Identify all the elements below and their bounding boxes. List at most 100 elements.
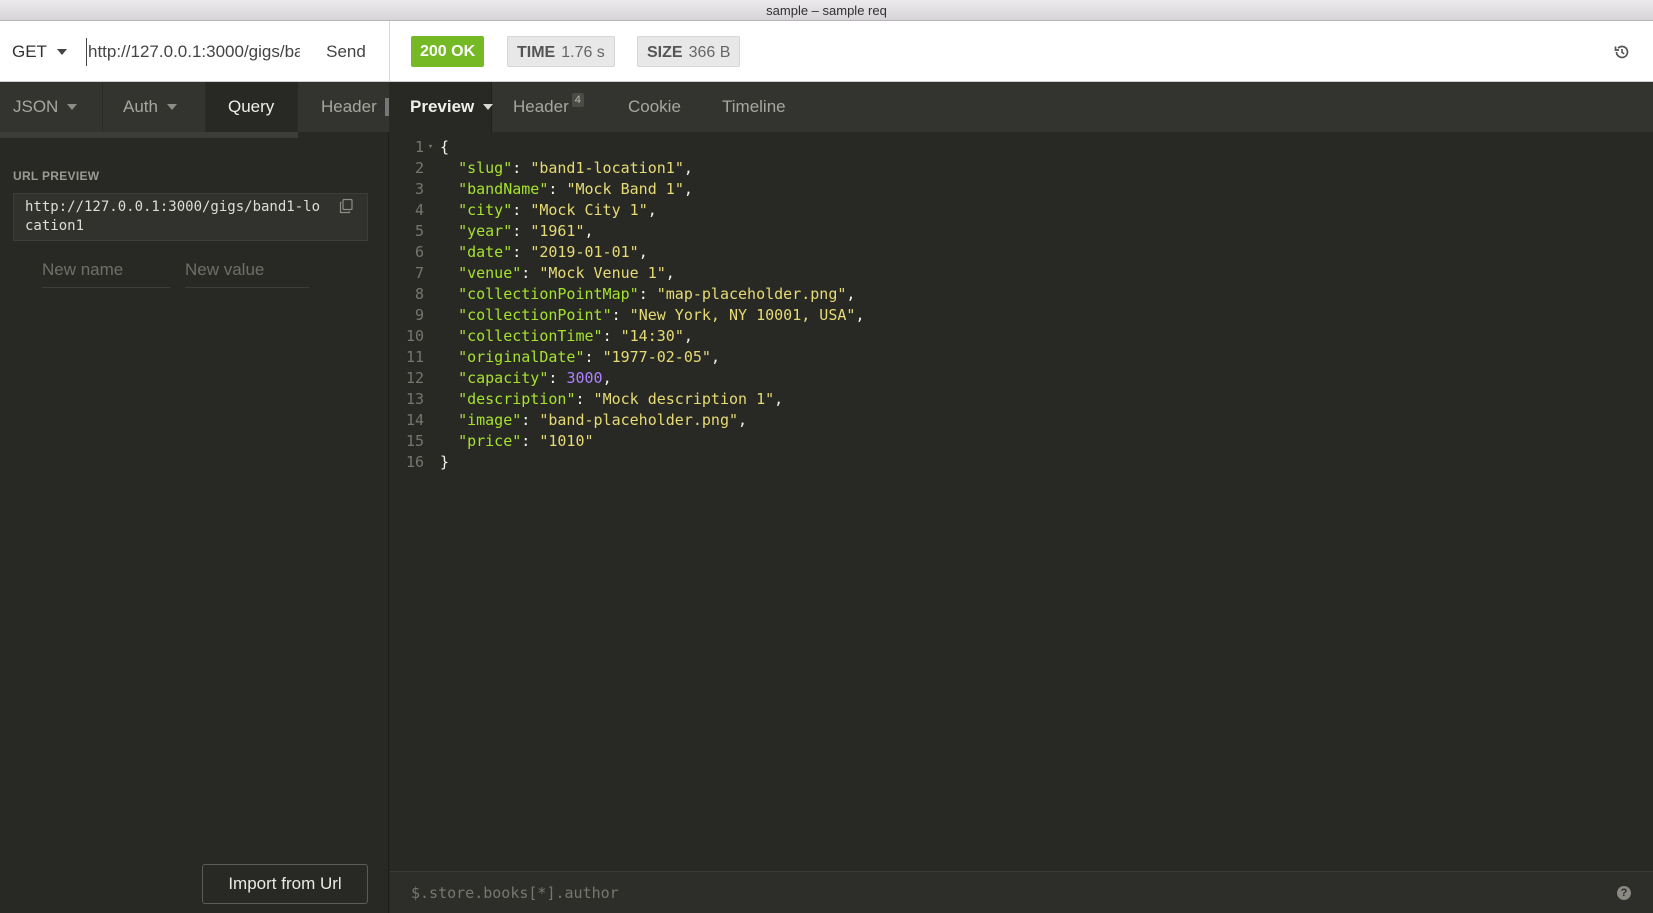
json-key: year xyxy=(467,222,504,240)
json-key: slug xyxy=(467,159,504,177)
chevron-down-icon xyxy=(67,104,78,110)
import-from-url-button[interactable]: Import from Url xyxy=(202,864,368,904)
window-title: sample – sample req xyxy=(0,0,1653,21)
code-line: 9 "collectionPoint": "New York, NY 10001… xyxy=(390,305,1653,326)
filter-bar: ? xyxy=(390,871,1653,913)
tab-label: Header xyxy=(321,97,377,116)
brace: } xyxy=(440,453,450,471)
line-number: 12 xyxy=(405,369,424,387)
code-line: 5 "year": "1961", xyxy=(390,221,1653,242)
line-number: 10 xyxy=(405,327,424,345)
json-number-value: 3000 xyxy=(566,369,603,387)
status-badge: 200 OK xyxy=(411,36,485,67)
method-label: GET xyxy=(12,42,47,61)
json-string-value: 1010 xyxy=(548,432,585,450)
request-tabs: JSON Auth Query Header xyxy=(0,82,389,132)
send-button[interactable]: Send xyxy=(315,36,377,68)
line-number: 11 xyxy=(405,348,424,366)
copy-icon[interactable] xyxy=(338,198,354,214)
code-line: 16} xyxy=(390,452,1653,473)
fold-gutter xyxy=(424,326,437,347)
param-value-input[interactable] xyxy=(185,252,309,288)
fold-gutter xyxy=(424,242,437,263)
line-number: 6 xyxy=(414,243,424,261)
json-key: capacity xyxy=(467,369,540,387)
json-string-value: New York, NY 10001, USA xyxy=(638,306,847,324)
json-key: description xyxy=(467,390,567,408)
code-line: 3 "bandName": "Mock Band 1", xyxy=(390,179,1653,200)
json-string-value: 1961 xyxy=(539,222,576,240)
code-line: 2 "slug": "band1-location1", xyxy=(390,158,1653,179)
json-key: collectionTime xyxy=(467,327,594,345)
tab-label: Cookie xyxy=(628,97,681,116)
code-text: "slug": "band1-location1", xyxy=(458,159,693,177)
code-line: 13 "description": "Mock description 1", xyxy=(390,389,1653,410)
tab-body-json[interactable]: JSON xyxy=(0,82,103,132)
param-name-input[interactable] xyxy=(42,252,170,288)
chevron-down-icon xyxy=(56,48,67,55)
pane-divider xyxy=(389,21,390,82)
fold-gutter xyxy=(424,410,437,431)
fold-gutter xyxy=(424,158,437,179)
tab-header[interactable]: Header xyxy=(298,82,389,132)
size-label: SIZE xyxy=(647,44,683,61)
json-key: date xyxy=(467,243,504,261)
json-string-value: Mock Venue 1 xyxy=(548,264,657,282)
fold-gutter xyxy=(424,284,437,305)
code-text: { xyxy=(437,137,449,158)
line-number: 7 xyxy=(414,264,424,282)
line-number: 16 xyxy=(405,453,424,471)
response-filter-input[interactable] xyxy=(411,880,1211,906)
code-line: 1 ▾{ xyxy=(390,137,1653,158)
code-text: "collectionTime": "14:30", xyxy=(458,327,693,345)
fold-toggle-icon[interactable]: ▾ xyxy=(424,137,437,158)
url-input[interactable] xyxy=(86,38,300,66)
tab-cookie[interactable]: Cookie xyxy=(628,82,681,132)
tab-timeline[interactable]: Timeline xyxy=(722,82,786,132)
url-preview: http://127.0.0.1:3000/gigs/band1-locatio… xyxy=(13,193,368,241)
code-text: "price": "1010" xyxy=(458,432,594,450)
fold-gutter xyxy=(424,431,437,452)
help-icon[interactable]: ? xyxy=(1617,886,1631,900)
code-line: 6 "date": "2019-01-01", xyxy=(390,242,1653,263)
code-text: "city": "Mock City 1", xyxy=(458,201,657,219)
code-line: 15 "price": "1010" xyxy=(390,431,1653,452)
fold-gutter xyxy=(424,179,437,200)
json-string-value: 14:30 xyxy=(629,327,675,345)
json-string-value: 1977-02-05 xyxy=(611,348,702,366)
response-tabs: Preview Header 4 Cookie Timeline xyxy=(390,82,1653,132)
fold-gutter xyxy=(424,263,437,284)
header-count-badge: 4 xyxy=(571,93,584,107)
code-text: "bandName": "Mock Band 1", xyxy=(458,180,693,198)
code-line: 7 "venue": "Mock Venue 1", xyxy=(390,263,1653,284)
fold-gutter xyxy=(424,368,437,389)
tab-label: Timeline xyxy=(722,97,786,116)
fold-gutter xyxy=(424,200,437,221)
response-pane: Preview Header 4 Cookie Timeline 1 ▾{2 "s… xyxy=(390,82,1653,913)
chevron-down-icon xyxy=(483,104,494,110)
response-body-viewer[interactable]: 1 ▾{2 "slug": "band1-location1", 3 "bandNa… xyxy=(390,137,1653,473)
code-line: 10 "collectionTime": "14:30", xyxy=(390,326,1653,347)
json-key: bandName xyxy=(467,180,540,198)
tab-response-header[interactable]: Header 4 xyxy=(513,82,584,132)
tab-auth[interactable]: Auth xyxy=(103,82,206,132)
code-text: "collectionPointMap": "map-placeholder.p… xyxy=(458,285,856,303)
code-text: "year": "1961", xyxy=(458,222,594,240)
json-string-value: band-placeholder.png xyxy=(548,411,729,429)
tab-preview[interactable]: Preview xyxy=(390,82,494,132)
tab-overflow-marker xyxy=(385,98,389,116)
fold-gutter xyxy=(424,305,437,326)
line-number: 3 xyxy=(414,180,424,198)
code-text: "capacity": 3000, xyxy=(458,369,612,387)
size-badge: SIZE 366 B xyxy=(637,36,741,67)
history-icon[interactable] xyxy=(1613,43,1631,61)
tab-label: JSON xyxy=(13,97,59,116)
tab-underline xyxy=(0,132,298,138)
time-badge: TIME 1.76 s xyxy=(507,36,615,67)
fold-gutter xyxy=(424,221,437,242)
tab-query[interactable]: Query xyxy=(206,82,298,132)
code-text: "date": "2019-01-01", xyxy=(458,243,648,261)
method-dropdown[interactable]: GET xyxy=(12,21,67,82)
time-label: TIME xyxy=(517,44,556,61)
json-string-value: 2019-01-01 xyxy=(539,243,630,261)
